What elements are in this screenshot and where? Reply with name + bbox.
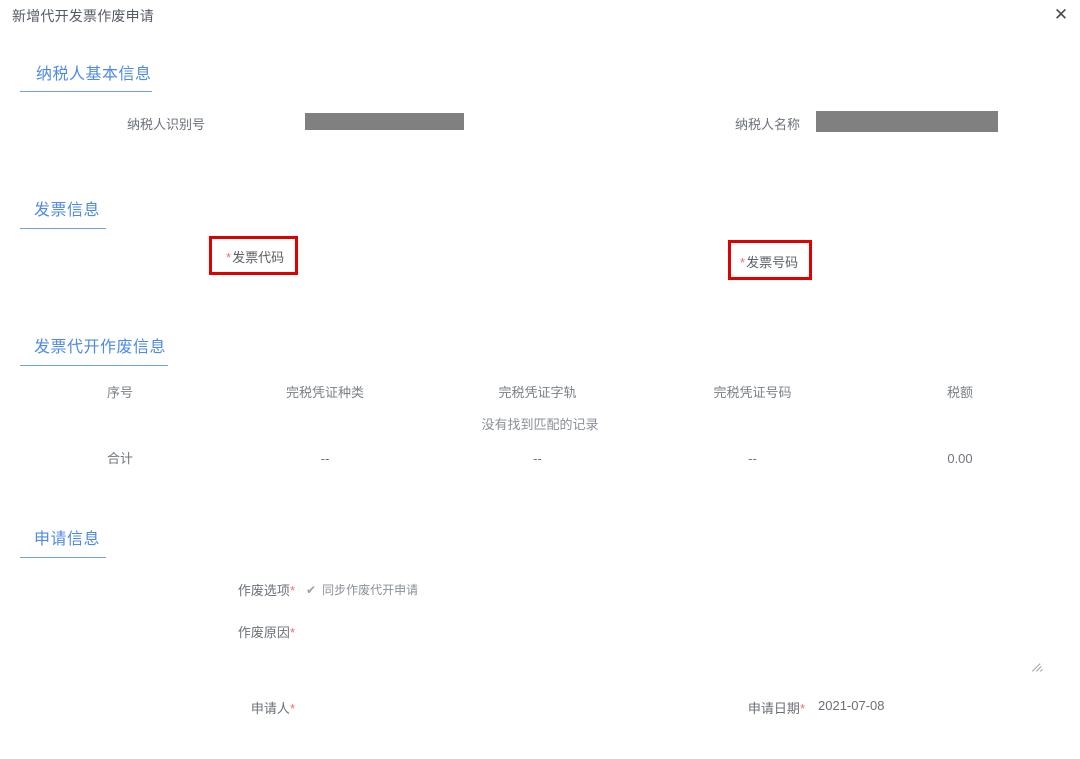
section-rule-application-info: [20, 557, 106, 558]
table-header-row: 序号 完税凭证种类 完税凭证字轨 完税凭证号码 税额: [20, 378, 1060, 408]
invoice-number-label: *发票号码: [740, 252, 798, 271]
table-total-row: 合计 -- -- -- 0.00: [20, 442, 1060, 476]
taxpayer-name-label: 纳税人名称: [734, 117, 800, 132]
void-reason-label-text: 作废原因: [237, 625, 290, 640]
table-column-header-cert-type: 完税凭证种类: [285, 385, 364, 400]
table-column-header-cert-number: 完税凭证号码: [713, 385, 792, 400]
table-column-header-seq: 序号: [106, 385, 133, 400]
section-header-invoice-info: 发票信息: [34, 202, 101, 219]
apply-date-required-mark: *: [799, 701, 805, 716]
apply-date-value[interactable]: 2021-07-08: [818, 698, 885, 713]
void-reason-required-mark: *: [289, 625, 295, 640]
apply-date-label-text: 申请日期: [747, 701, 800, 716]
void-option-required-mark: *: [289, 583, 295, 598]
table-total-cert-number: --: [748, 451, 757, 466]
taxpayer-name-value-redacted[interactable]: [816, 111, 998, 132]
section-header-application-info: 申请信息: [34, 531, 101, 548]
void-option-checkbox[interactable]: ✔ 同步作废代开申请: [306, 581, 418, 598]
dialog-titlebar: 新增代开发票作废申请 ✕: [0, 0, 1080, 30]
void-reason-label: 作废原因*: [145, 622, 295, 641]
section-header-void-info: 发票代开作废信息: [34, 339, 167, 356]
dialog-title: 新增代开发票作废申请: [12, 8, 154, 24]
table-column-header-cert-track: 完税凭证字轨: [498, 385, 577, 400]
section-rule-void-info: [20, 365, 168, 366]
invoice-number-label-text: 发票号码: [746, 255, 799, 270]
void-option-checkbox-label: 同步作废代开申请: [322, 583, 419, 597]
void-option-label-text: 作废选项: [237, 583, 290, 598]
table-total-cert-type: --: [320, 451, 330, 466]
void-reason-textarea[interactable]: [306, 618, 1046, 674]
void-info-table: 序号 完税凭证种类 完税凭证字轨 完税凭证号码 税额 没有找到匹配的记录 合计 …: [20, 378, 1060, 476]
invoice-number-required-mark: *: [740, 255, 746, 270]
table-total-cert-track: --: [533, 451, 542, 466]
applicant-label-text: 申请人: [250, 701, 290, 716]
table-total-label: 合计: [106, 451, 133, 466]
section-rule-invoice-info: [20, 228, 106, 229]
applicant-required-mark: *: [289, 701, 295, 716]
invoice-code-label: *发票代码: [226, 247, 284, 266]
section-header-taxpayer-info: 纳税人基本信息: [36, 66, 152, 83]
textarea-resize-handle-icon[interactable]: [1032, 660, 1044, 672]
invoice-code-required-mark: *: [226, 250, 232, 265]
table-total-tax-amount: 0.00: [947, 451, 973, 466]
table-column-header-tax-amount: 税额: [946, 385, 973, 400]
section-rule-taxpayer-info: [20, 91, 152, 92]
void-option-label: 作废选项*: [145, 580, 295, 599]
table-empty-message: 没有找到匹配的记录: [481, 417, 599, 432]
taxpayer-id-label: 纳税人识别号: [126, 117, 205, 132]
close-icon[interactable]: ✕: [1048, 2, 1074, 28]
applicant-label: 申请人*: [145, 698, 295, 717]
taxpayer-id-value-redacted[interactable]: [305, 113, 464, 130]
check-icon: ✔: [306, 583, 317, 597]
invoice-code-label-text: 发票代码: [232, 250, 285, 265]
apply-date-label: 申请日期*: [655, 698, 805, 717]
